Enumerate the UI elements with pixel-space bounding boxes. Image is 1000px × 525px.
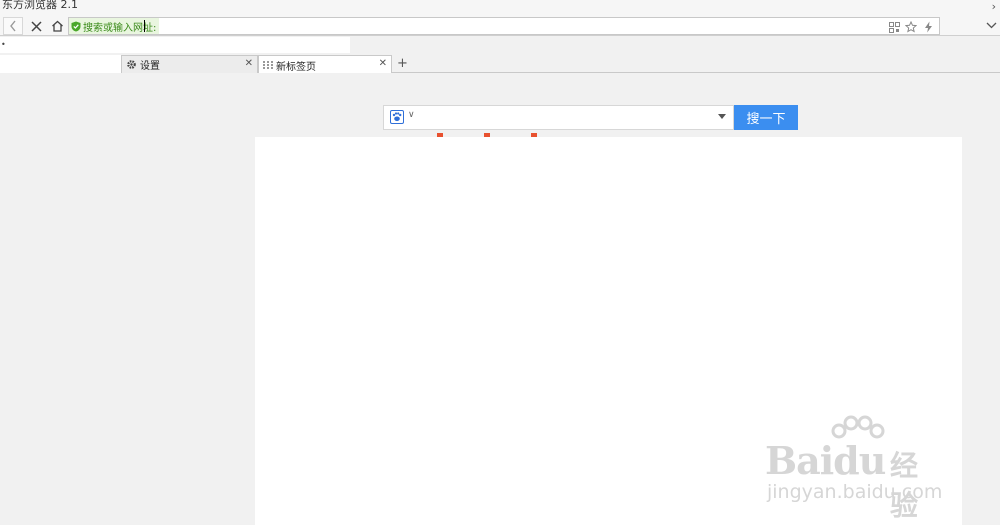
qr-code-icon[interactable] <box>887 20 901 34</box>
search-box[interactable]: ∨ <box>383 105 734 130</box>
baidu-jingyan-watermark: Baidu 经验 jingyan.baidu.com <box>765 415 945 522</box>
tab-new-tab[interactable]: 新标签页 ✕ <box>258 55 392 74</box>
back-button[interactable] <box>3 17 23 35</box>
close-icon <box>30 20 42 32</box>
shield-check-icon <box>71 21 81 31</box>
stop-button[interactable] <box>26 17 46 35</box>
tab-settings[interactable]: 设置 ✕ <box>121 55 258 73</box>
chevron-down-icon[interactable]: ∨ <box>408 110 415 120</box>
chevron-left-icon <box>10 20 16 32</box>
title-bar: 东方浏览器 2.1 › <box>0 0 1000 16</box>
chevron-down-icon[interactable] <box>986 19 997 32</box>
bookmark-marker: • <box>1 40 6 49</box>
home-icon <box>51 20 63 32</box>
close-icon[interactable]: ✕ <box>245 58 253 69</box>
tab-blank[interactable] <box>0 55 121 73</box>
watermark-logo: Baidu <box>765 438 886 483</box>
text-caret <box>144 20 145 32</box>
chevron-right-icon[interactable]: › <box>992 0 996 13</box>
search-button[interactable]: 搜一下 <box>734 105 798 130</box>
star-icon[interactable] <box>904 20 918 34</box>
address-hint-label: 搜索或输入网址: <box>83 22 157 34</box>
navigation-bar: 搜索或输入网址: <box>0 16 1000 36</box>
address-bar[interactable]: 搜索或输入网址: <box>68 17 940 35</box>
search-input[interactable] <box>420 108 710 127</box>
tab-label: 新标签页 <box>276 61 316 73</box>
tab-strip: 设置 ✕ 新标签页 ✕ + <box>0 53 1000 74</box>
close-icon[interactable]: ✕ <box>379 58 387 69</box>
address-bar-actions <box>887 20 935 34</box>
home-button[interactable] <box>47 17 67 35</box>
address-hint: 搜索或输入网址: <box>69 18 160 34</box>
lightning-icon[interactable] <box>921 20 935 34</box>
bookmark-bar: • <box>0 37 350 53</box>
window-title: 东方浏览器 2.1 <box>2 0 78 10</box>
paw-icon[interactable] <box>390 110 404 124</box>
plus-icon[interactable]: + <box>397 56 408 71</box>
tab-label: 设置 <box>140 61 160 72</box>
watermark-url: jingyan.baidu.com <box>767 481 943 503</box>
grid-icon <box>263 61 273 69</box>
gear-icon <box>127 60 136 69</box>
dropdown-arrow-icon[interactable] <box>718 114 726 119</box>
